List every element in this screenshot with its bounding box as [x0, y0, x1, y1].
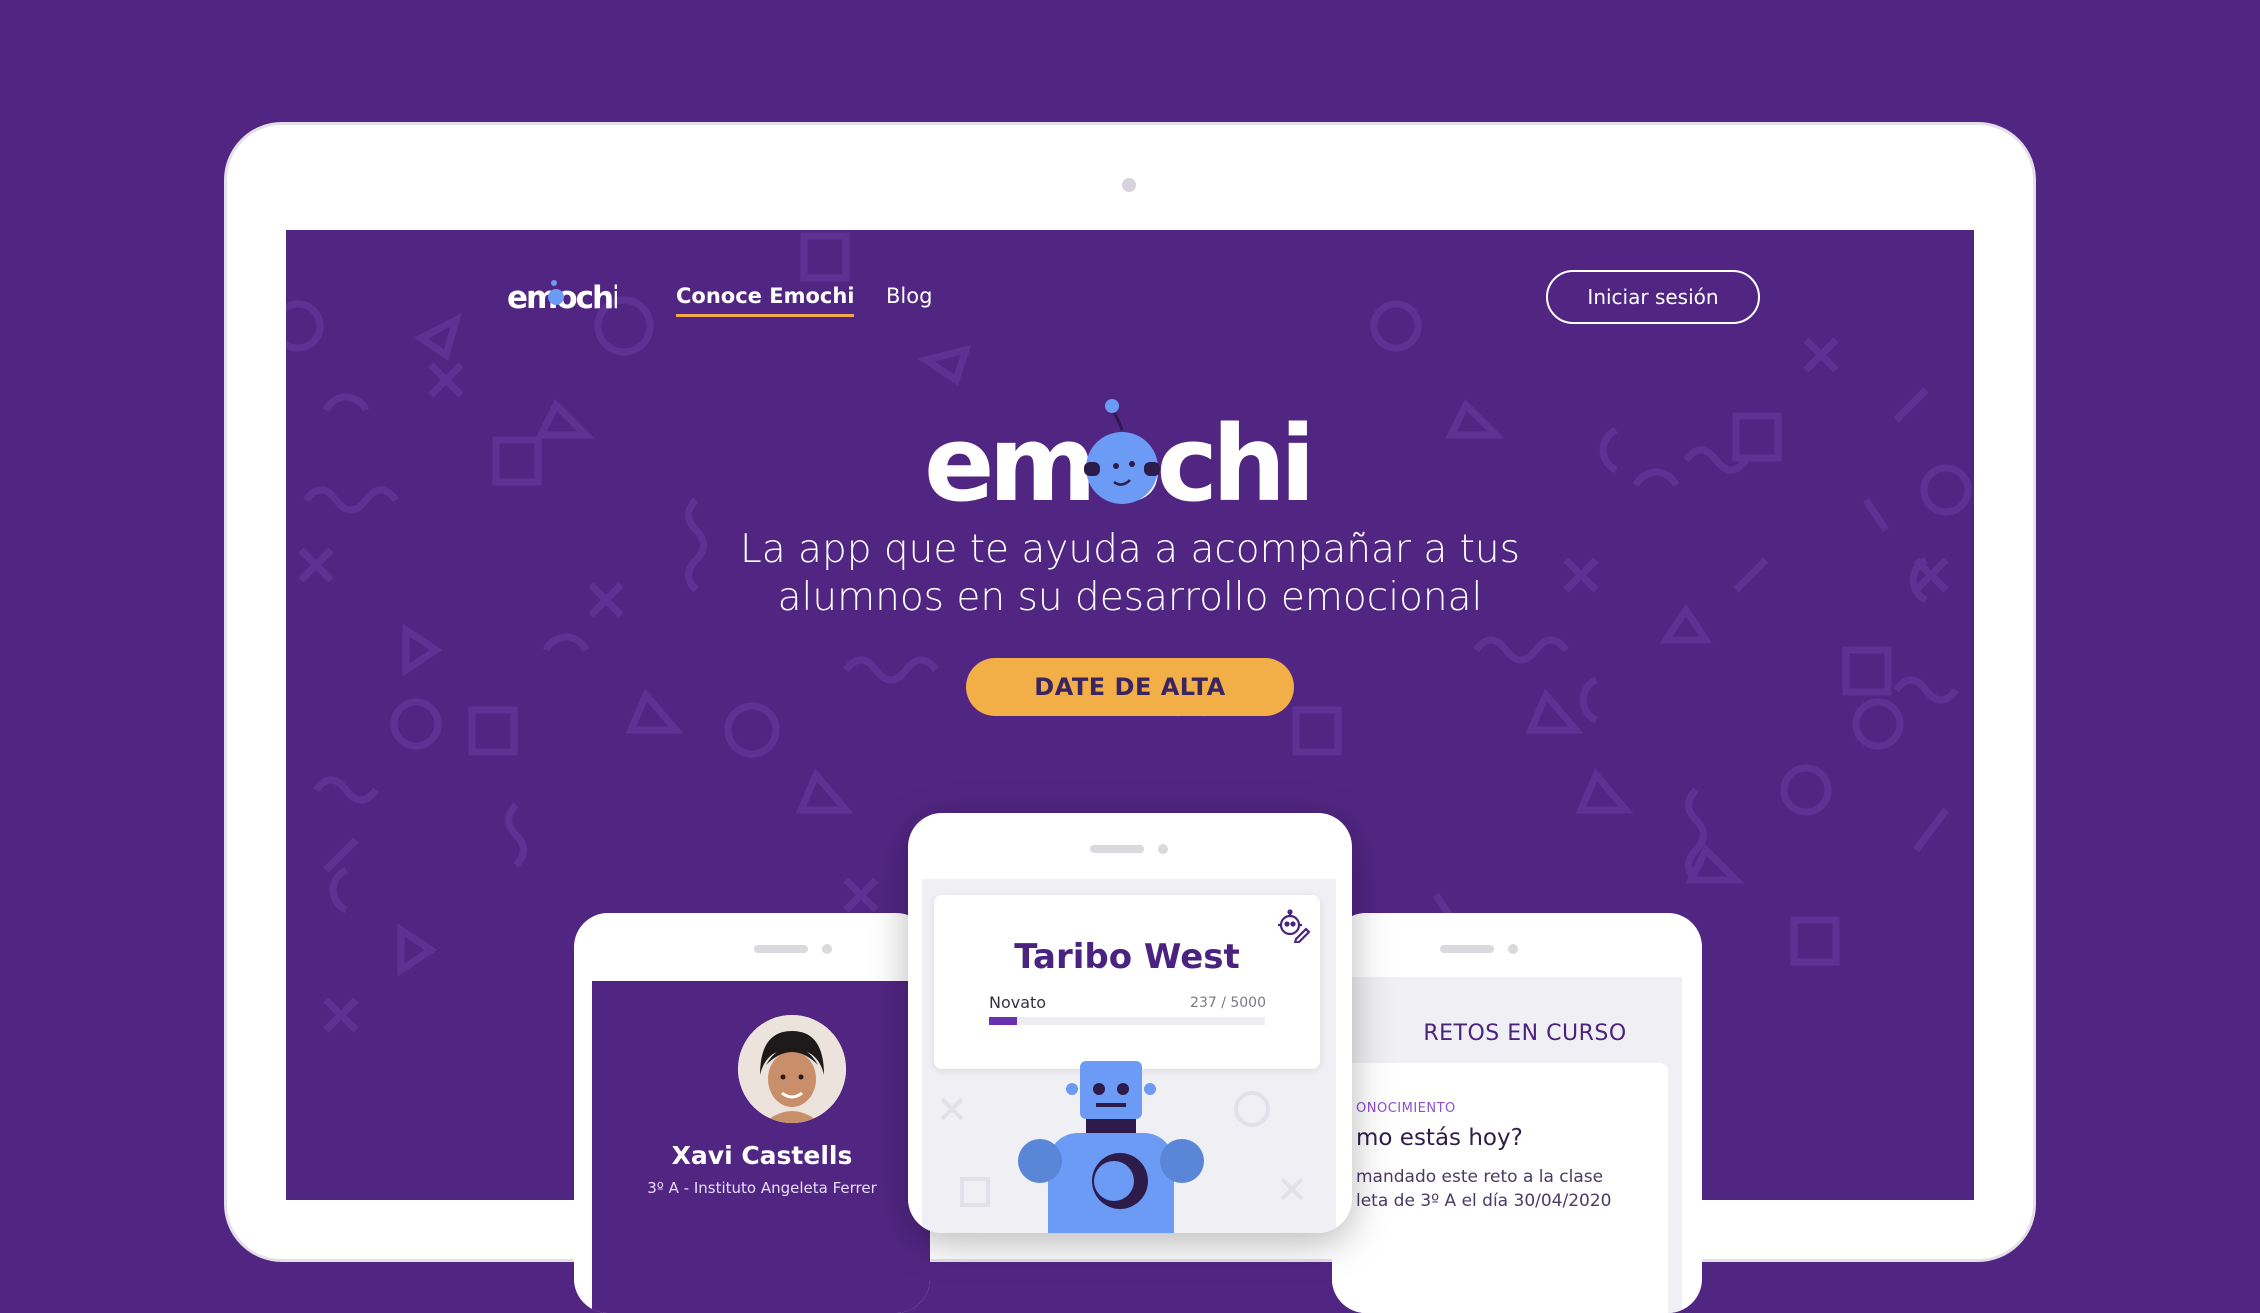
device-edge [1686, 1063, 1702, 1123]
tagline-line-2: alumnos en su desarrollo emocional [777, 575, 1483, 620]
challenge-category: ONOCIMIENTO [1356, 1101, 1456, 1116]
level-progress-bar [989, 1017, 1265, 1025]
center-phone-mockup: Taribo West Novato 237 / 5000 [908, 813, 1352, 1233]
profile-screen: Taribo West Novato 237 / 5000 [922, 879, 1336, 1233]
student-name: Xavi Castells [671, 1141, 853, 1170]
challenge-desc-line-1: mandado este reto a la clase [1356, 1167, 1604, 1187]
speaker-icon [1440, 945, 1494, 953]
student-class: 3º A - Instituto Angeleta Ferrer [647, 1179, 877, 1197]
challenge-card[interactable]: ONOCIMIENTO mo estás hoy? mandado este r… [1332, 1063, 1668, 1313]
nav-link-blog[interactable]: Blog [886, 284, 932, 308]
nav-link-conoce-emochi[interactable]: Conoce Emochi [676, 284, 855, 317]
login-button[interactable]: Iniciar sesión [1546, 270, 1760, 324]
robot-avatar-icon [1018, 1061, 1204, 1233]
nav-logo[interactable]: emochi [507, 276, 623, 320]
camera-dot-icon [1158, 844, 1168, 854]
camera-dot [1122, 178, 1136, 192]
signup-button[interactable]: DATE DE ALTA [966, 658, 1294, 716]
points-counter: 237 / 5000 [1190, 995, 1266, 1011]
profile-name: Taribo West [1014, 937, 1240, 977]
challenge-question: mo estás hoy? [1356, 1125, 1523, 1151]
tagline-line-1: La app que te ayuda a acompañar a tus [740, 527, 1520, 572]
profile-card: Taribo West Novato 237 / 5000 [934, 895, 1320, 1069]
camera-dot-icon [822, 944, 832, 954]
level-progress-fill [989, 1017, 1017, 1025]
challenge-description: mandado este reto a la clase leta de 3º … [1356, 1165, 1612, 1213]
challenges-title: RETOS EN CURSO [1423, 1021, 1627, 1046]
hero-logo: emochi [924, 390, 1334, 525]
student-avatar [738, 1015, 846, 1123]
challenge-desc-line-2: leta de 3º A el día 30/04/2020 [1356, 1191, 1612, 1211]
challenges-screen: RETOS EN CURSO ONOCIMIENTO mo estás hoy?… [1332, 977, 1682, 1313]
hero-tagline: La app que te ayuda a acompañar a tus al… [680, 526, 1580, 622]
speaker-icon [754, 945, 808, 953]
speaker-icon [1090, 845, 1144, 853]
level-label: Novato [989, 993, 1047, 1012]
left-phone-mockup: Xavi Castells 3º A - Instituto Angeleta … [574, 913, 930, 1313]
right-phone-mockup: RETOS EN CURSO ONOCIMIENTO mo estás hoy?… [1332, 913, 1702, 1313]
camera-dot-icon [1508, 944, 1518, 954]
student-profile-screen: Xavi Castells 3º A - Instituto Angeleta … [592, 981, 930, 1313]
